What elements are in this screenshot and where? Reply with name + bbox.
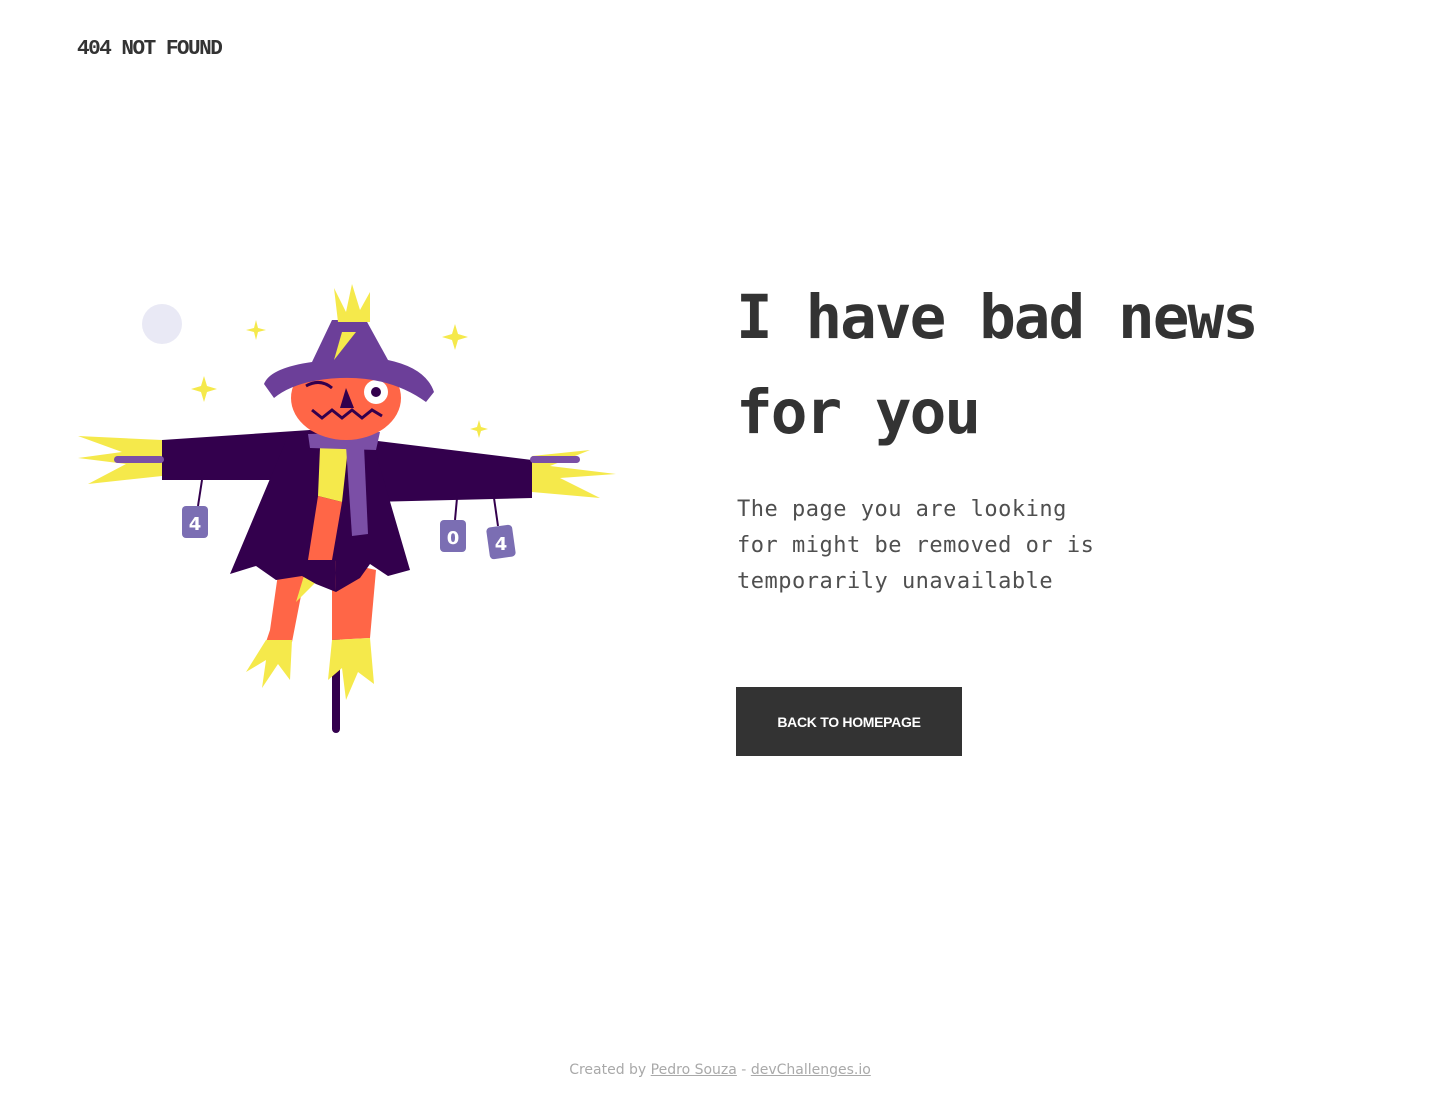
author-link[interactable]: Pedro Souza (651, 1062, 737, 1078)
page-headline: I have bad news for you (736, 282, 1259, 448)
svg-text:4: 4 (495, 534, 508, 555)
scarecrow-illustration: 4 0 4 (78, 284, 616, 733)
page-description: The page you are looking for might be re… (737, 497, 1095, 594)
footer: Created by Pedro Souza - devChallenges.i… (0, 1062, 1440, 1078)
site-link[interactable]: devChallenges.io (751, 1062, 871, 1078)
footer-separator: - (741, 1062, 747, 1078)
brand-logo[interactable]: 404 NOT FOUND (77, 38, 223, 61)
footer-prefix: Created by (569, 1062, 647, 1078)
svg-text:0: 0 (447, 528, 460, 549)
moon-icon (142, 304, 182, 344)
back-to-homepage-button[interactable]: BACK TO HOMEPAGE (736, 687, 962, 756)
svg-text:4: 4 (189, 514, 202, 535)
